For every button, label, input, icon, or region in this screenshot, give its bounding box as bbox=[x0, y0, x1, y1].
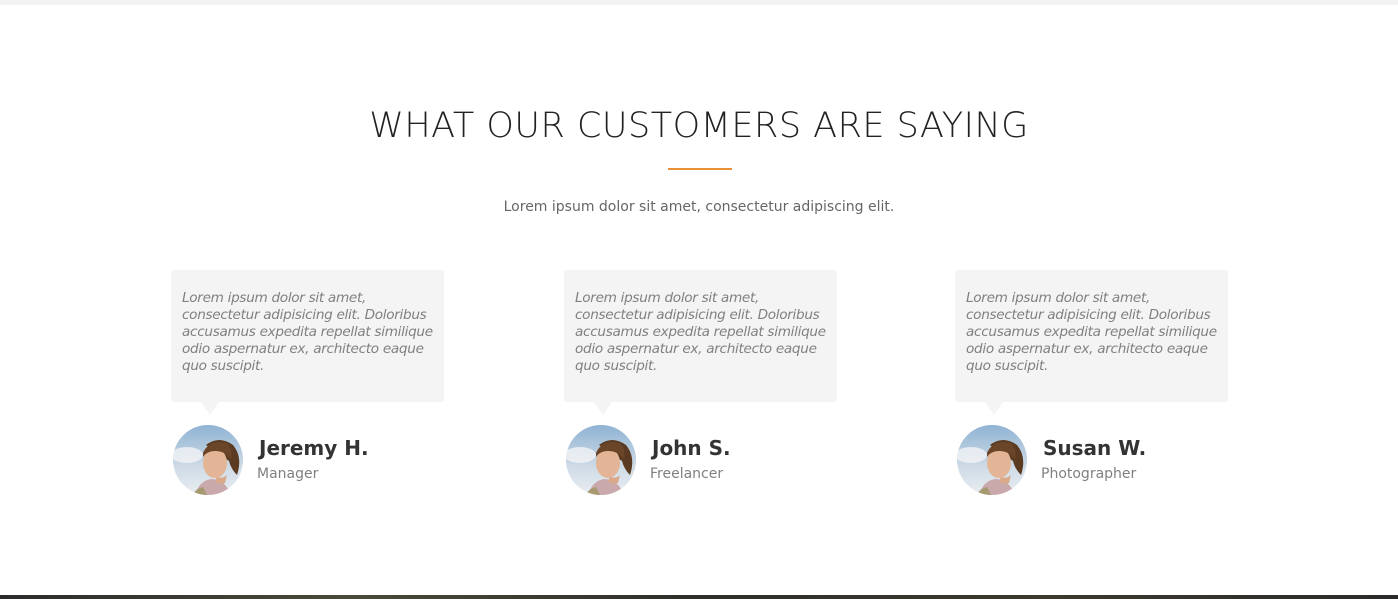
author-name: John S. bbox=[652, 436, 731, 460]
author-role: Photographer bbox=[1041, 466, 1137, 482]
author-name: Susan W. bbox=[1043, 436, 1147, 460]
author-role: Freelancer bbox=[650, 466, 724, 482]
avatar bbox=[566, 425, 636, 495]
testimonial-author: John S. Freelancer bbox=[566, 425, 846, 495]
quote-text: Lorem ipsum dolor sit amet, consectetur … bbox=[575, 290, 826, 374]
quote-bubble: Lorem ipsum dolor sit amet, consectetur … bbox=[564, 270, 837, 415]
author-role: Manager bbox=[257, 466, 319, 482]
testimonial-author: Jeremy H. Manager bbox=[173, 425, 453, 495]
user-avatar-photo-icon bbox=[957, 425, 1027, 495]
testimonial-card: Lorem ipsum dolor sit amet, consectetur … bbox=[955, 270, 1229, 495]
testimonial-card: Lorem ipsum dolor sit amet, consectetur … bbox=[564, 270, 838, 495]
next-section-edge bbox=[0, 595, 1398, 599]
section-title: WHAT OUR CUSTOMERS ARE SAYING bbox=[369, 106, 1029, 146]
section-subtitle: Lorem ipsum dolor sit amet, consectetur … bbox=[503, 199, 895, 215]
user-avatar-photo-icon bbox=[566, 425, 636, 495]
quote-text: Lorem ipsum dolor sit amet, consectetur … bbox=[182, 290, 433, 374]
avatar bbox=[957, 425, 1027, 495]
title-divider bbox=[668, 168, 732, 170]
testimonial-card: Lorem ipsum dolor sit amet, consectetur … bbox=[171, 270, 445, 495]
quote-text: Lorem ipsum dolor sit amet, consectetur … bbox=[966, 290, 1217, 374]
quote-bubble: Lorem ipsum dolor sit amet, consectetur … bbox=[955, 270, 1228, 415]
testimonial-author: Susan W. Photographer bbox=[957, 425, 1237, 495]
user-avatar-photo-icon bbox=[173, 425, 243, 495]
quote-bubble: Lorem ipsum dolor sit amet, consectetur … bbox=[171, 270, 444, 415]
author-name: Jeremy H. bbox=[259, 436, 369, 460]
previous-section-edge bbox=[0, 0, 1398, 5]
avatar bbox=[173, 425, 243, 495]
